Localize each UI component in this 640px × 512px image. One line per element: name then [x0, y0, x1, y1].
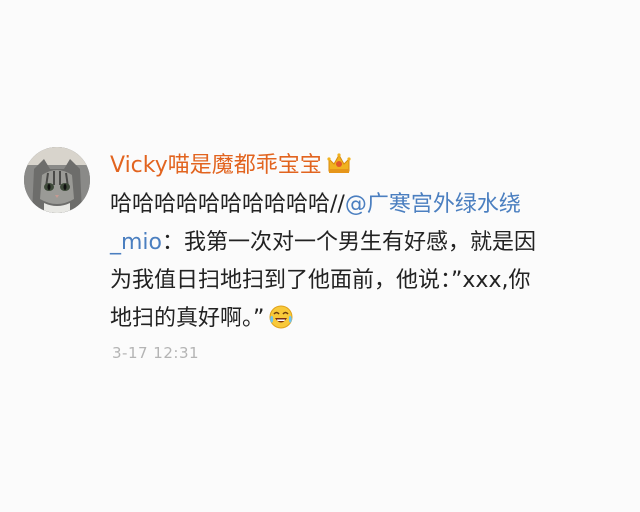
laughing-crying-emoji-icon	[268, 304, 294, 330]
mention-link-continued[interactable]: _mio	[110, 230, 162, 255]
weibo-comment: Vicky喵是魔都乖宝宝 哈哈哈哈哈哈哈哈哈哈//@广寒宫外绿水绕 _mio：我…	[0, 0, 640, 512]
comment-text: 哈哈哈哈哈哈哈哈哈哈//@广寒宫外绿水绕 _mio：我第一次对一个男生有好感，就…	[110, 186, 620, 338]
comment-line-1: 哈哈哈哈哈哈哈哈哈哈//@广寒宫外绿水绕	[110, 186, 620, 224]
username-row: Vicky喵是魔都乖宝宝	[110, 148, 352, 178]
comment-line-4: 地扫的真好啊。”	[110, 300, 620, 338]
username-link[interactable]: Vicky喵是魔都乖宝宝	[110, 147, 322, 179]
comment-text-segment: ：我第一次对一个男生有好感，就是因	[162, 230, 537, 255]
comment-text-segment: 为我值日扫地扫到了他面前，他说：”xxx,你	[110, 268, 531, 293]
crown-icon[interactable]	[326, 151, 352, 175]
comment-text-prefix: 哈哈哈哈哈哈哈哈哈哈//	[110, 192, 345, 217]
comment-text-segment: 地扫的真好啊。”	[110, 306, 265, 331]
timestamp: 3-17 12:31	[112, 344, 200, 362]
mention-link[interactable]: @广寒宫外绿水绕	[345, 192, 521, 217]
cat-avatar-image	[24, 147, 90, 213]
comment-line-2: _mio：我第一次对一个男生有好感，就是因	[110, 224, 620, 262]
comment-line-3: 为我值日扫地扫到了他面前，他说：”xxx,你	[110, 262, 620, 300]
avatar[interactable]	[24, 147, 90, 213]
